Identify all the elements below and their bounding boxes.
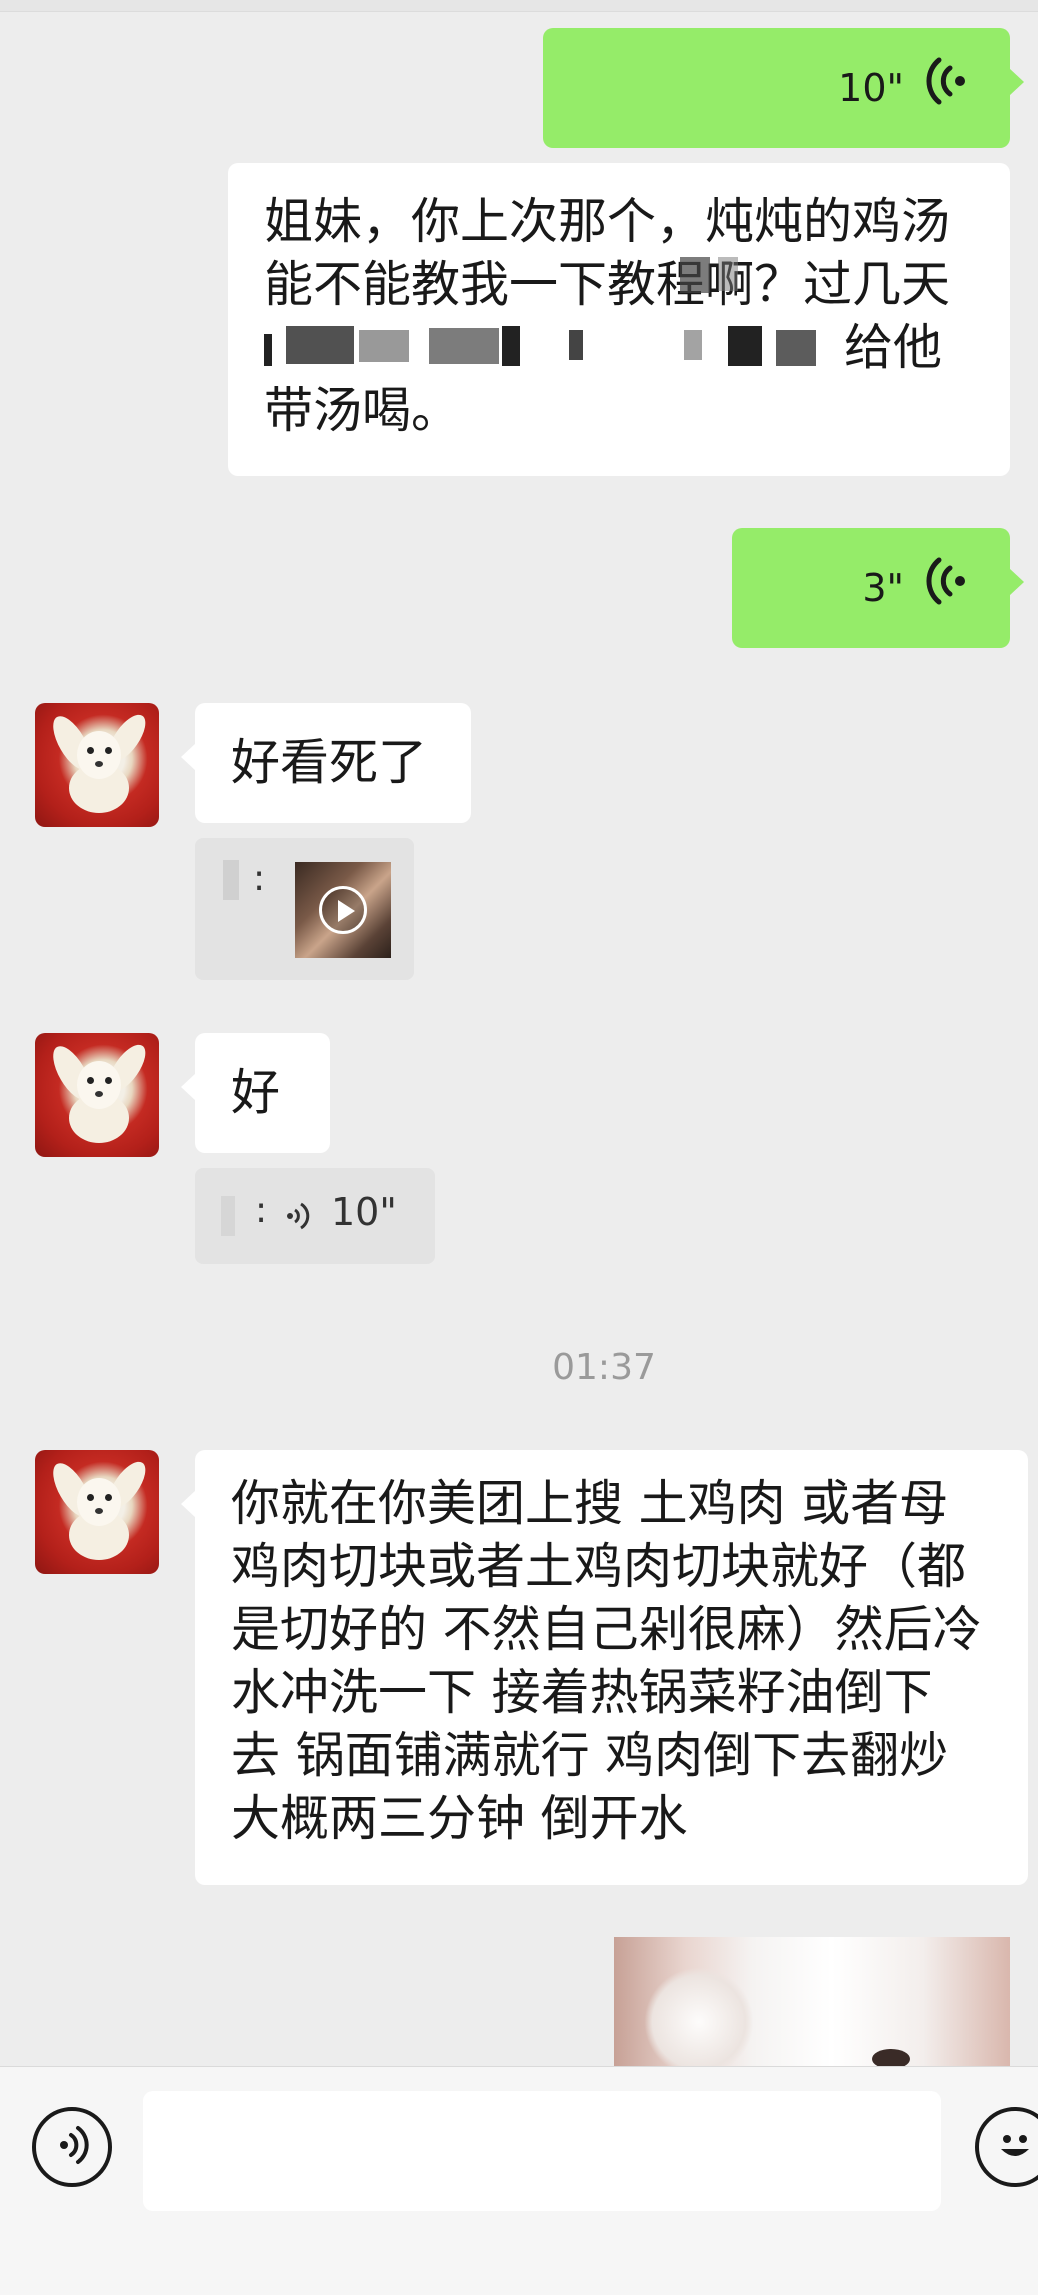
message-line-redacted: 给他 bbox=[264, 316, 974, 379]
redacted-block bbox=[718, 257, 738, 291]
emoji-button[interactable] bbox=[975, 2107, 1038, 2187]
image-message-sent[interactable] bbox=[614, 1937, 1010, 2066]
message-line: 是切好的 不然自己剁很麻）然后冷 bbox=[231, 1601, 982, 1658]
contact-avatar[interactable] bbox=[35, 703, 159, 827]
redacted-block bbox=[429, 328, 499, 364]
redacted-block bbox=[264, 334, 272, 366]
message-line: 能不能教我一下教程啊？过几天 bbox=[264, 256, 951, 313]
input-bar bbox=[0, 2066, 1038, 2295]
voice-message-sent[interactable]: 10" bbox=[543, 28, 1024, 148]
emoji-icon bbox=[987, 2117, 1038, 2177]
quoted-message[interactable]: : bbox=[195, 838, 414, 980]
message-line: 水冲洗一下 接着热锅菜籽油倒下 bbox=[231, 1664, 933, 1721]
chat-timestamp: 01:37 bbox=[552, 1347, 656, 1388]
quote-sender-redacted bbox=[221, 1196, 235, 1236]
play-icon bbox=[319, 886, 367, 934]
message-line: 大概两三分钟 倒开水 bbox=[231, 1790, 688, 1847]
voice-wave-icon bbox=[287, 1198, 317, 1243]
voice-mode-icon bbox=[52, 2123, 92, 2171]
quote-sender-redacted bbox=[223, 860, 239, 900]
text-message-received[interactable]: 好 bbox=[181, 1033, 330, 1153]
redacted-block bbox=[286, 326, 354, 364]
quote-prefix: : bbox=[255, 1190, 268, 1231]
contact-avatar[interactable] bbox=[35, 1450, 159, 1574]
message-line: 带汤喝。 bbox=[264, 382, 461, 439]
message-text: 好 bbox=[231, 1064, 281, 1121]
message-line-end: 给他 bbox=[844, 319, 943, 376]
text-message-received[interactable]: 好看死了 bbox=[181, 703, 471, 823]
redacted-block bbox=[684, 330, 702, 360]
message-line: 姐妹，你上次那个，炖炖的鸡汤 bbox=[264, 193, 951, 250]
status-divider bbox=[0, 0, 1038, 12]
quote-voice-duration: 10" bbox=[331, 1190, 397, 1234]
contact-avatar[interactable] bbox=[35, 1033, 159, 1157]
cat-ear bbox=[644, 1967, 754, 2066]
message-line: 去 锅面铺满就行 鸡肉倒下去翻炒 bbox=[231, 1727, 949, 1784]
redacted-block bbox=[776, 330, 816, 366]
redacted-block bbox=[359, 330, 409, 362]
quote-prefix: : bbox=[253, 858, 266, 899]
text-message-received[interactable]: 你就在你美团上搜 土鸡肉 或者母 鸡肉切块或者土鸡肉切块就好（都 是切好的 不然… bbox=[181, 1450, 1028, 1885]
message-line: 鸡肉切块或者土鸡肉切块就好（都 bbox=[231, 1538, 967, 1595]
cat-eye bbox=[872, 2049, 910, 2066]
message-input[interactable] bbox=[143, 2091, 941, 2211]
voice-wave-icon bbox=[926, 556, 970, 621]
redacted-block bbox=[569, 330, 583, 360]
message-line: 你就在你美团上搜 土鸡肉 或者母 bbox=[231, 1475, 949, 1532]
video-thumbnail[interactable] bbox=[295, 862, 391, 958]
voice-message-sent[interactable]: 3" bbox=[732, 528, 1024, 648]
message-text: 好看死了 bbox=[231, 734, 428, 791]
voice-duration: 3" bbox=[862, 565, 904, 610]
voice-mode-button[interactable] bbox=[32, 2107, 112, 2187]
quoted-voice-message[interactable]: : 10" bbox=[195, 1168, 435, 1264]
redacted-block bbox=[728, 326, 762, 366]
text-message-sent[interactable]: 姐妹，你上次那个，炖炖的鸡汤 能不能教我一下教程啊？过几天 给他 带汤喝。 bbox=[228, 163, 1010, 476]
voice-wave-icon bbox=[926, 56, 970, 121]
voice-duration: 10" bbox=[838, 65, 904, 110]
redacted-block bbox=[502, 326, 520, 366]
redacted-block bbox=[680, 257, 710, 293]
